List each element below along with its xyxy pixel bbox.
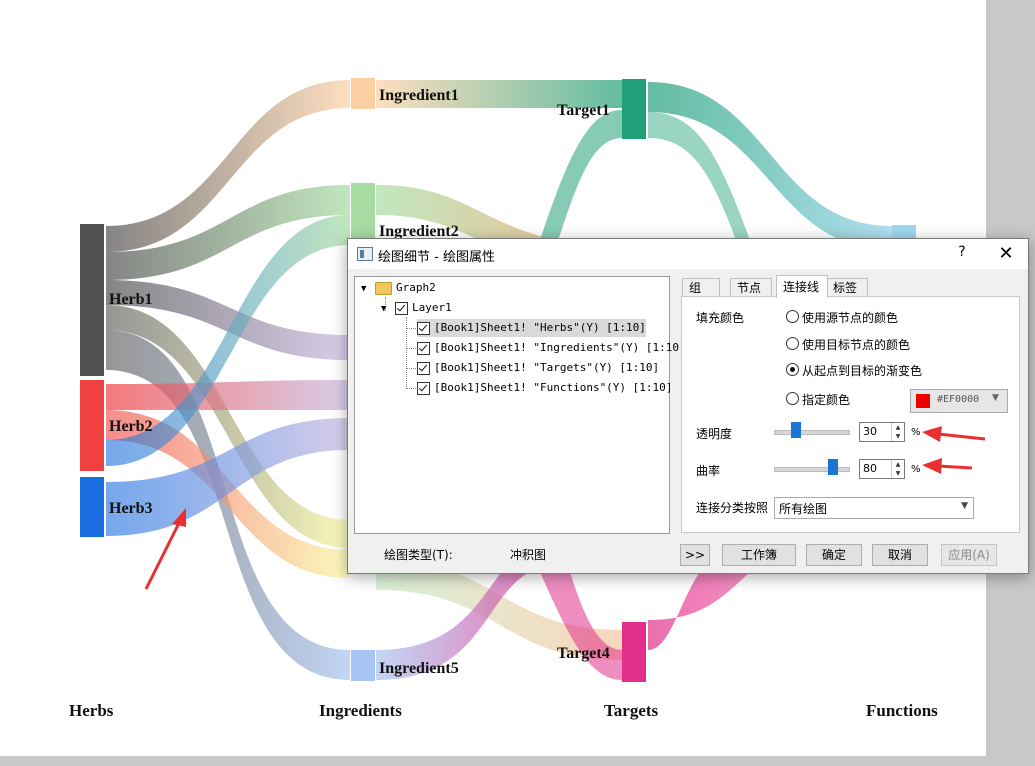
column-label-targets: Targets bbox=[604, 701, 659, 720]
transparency-slider-thumb[interactable] bbox=[791, 422, 802, 438]
plot-type-value: 冲积图 bbox=[510, 548, 547, 562]
tab-connector[interactable]: 连接线 bbox=[776, 275, 828, 298]
folder-icon bbox=[375, 281, 392, 295]
node-ingredient5 bbox=[351, 650, 375, 681]
column-label-herbs: Herbs bbox=[69, 701, 114, 720]
chevron-down-icon[interactable]: ▼ bbox=[381, 300, 391, 318]
close-icon[interactable]: ✕ bbox=[994, 243, 1018, 265]
ok-button[interactable]: 确定 bbox=[806, 544, 862, 566]
tab-node[interactable]: 节点 bbox=[730, 278, 772, 297]
node-target4 bbox=[622, 622, 646, 682]
plot-checkbox[interactable] bbox=[417, 381, 430, 395]
radio-specified-color[interactable]: 指定颜色 bbox=[786, 391, 850, 408]
node-herb3 bbox=[80, 477, 104, 537]
column-label-ingredients: Ingredients bbox=[319, 701, 402, 720]
plot-tree: ▼ Graph2 ▼ Layer1 [Book1]Sheet1! "Herbs"(Y… bbox=[354, 276, 686, 534]
chevron-down-icon[interactable]: ▼ bbox=[361, 280, 371, 298]
dialog-titlebar[interactable]: 绘图细节 - 绘图属性 ? ✕ bbox=[348, 239, 1028, 269]
node-herb2 bbox=[80, 380, 104, 471]
curvature-label: 曲率 bbox=[696, 464, 721, 478]
flows-herbs-to-ingredients bbox=[106, 80, 350, 680]
classify-select[interactable]: 所有绘图 ▼ bbox=[774, 497, 974, 519]
curvature-slider[interactable] bbox=[774, 467, 850, 472]
tree-item-graph[interactable]: ▼ Graph2 bbox=[361, 279, 436, 297]
tree-item-layer[interactable]: ▼ Layer1 bbox=[381, 299, 452, 317]
tree-layer-label: Layer1 bbox=[412, 301, 452, 314]
tab-label[interactable]: 标签 bbox=[826, 278, 868, 297]
tree-plot-label: [Book1]Sheet1! "Herbs"(Y) [1:10] bbox=[434, 321, 646, 334]
chevron-down-icon: ▼ bbox=[992, 393, 999, 403]
transparency-value: 30 bbox=[863, 425, 877, 438]
label-ingredient5: Ingredient5 bbox=[379, 660, 459, 677]
spin-arrows-icon[interactable]: ▲ ▼ bbox=[891, 423, 904, 441]
more-button[interactable]: >> bbox=[680, 544, 710, 566]
tree-item-plot-herbs[interactable]: [Book1]Sheet1! "Herbs"(Y) [1:10] bbox=[417, 319, 646, 337]
workbook-button[interactable]: 工作簿 bbox=[722, 544, 796, 566]
fill-color-label: 填充颜色 bbox=[696, 311, 745, 325]
radio-label: 使用源节点的颜色 bbox=[802, 311, 899, 325]
cancel-button[interactable]: 取消 bbox=[872, 544, 928, 566]
transparency-unit: % bbox=[911, 427, 921, 438]
layer-checkbox[interactable] bbox=[395, 301, 408, 315]
radio-icon bbox=[786, 337, 799, 350]
spin-arrows-icon[interactable]: ▲ ▼ bbox=[891, 460, 904, 478]
apply-button[interactable]: 应用(A) bbox=[941, 544, 997, 566]
curvature-value: 80 bbox=[863, 462, 877, 475]
transparency-slider[interactable] bbox=[774, 430, 850, 435]
label-target1: Target1 bbox=[557, 102, 610, 119]
radio-selected-icon bbox=[786, 363, 799, 376]
radio-label: 使用目标节点的颜色 bbox=[802, 338, 911, 352]
tab-group[interactable]: 组 bbox=[682, 278, 720, 297]
radio-source-color[interactable]: 使用源节点的颜色 bbox=[786, 309, 898, 326]
radio-icon bbox=[786, 392, 799, 405]
node-ingredient2 bbox=[351, 183, 375, 243]
radio-target-color[interactable]: 使用目标节点的颜色 bbox=[786, 336, 910, 353]
curvature-unit: % bbox=[911, 464, 921, 475]
help-button[interactable]: ? bbox=[952, 244, 972, 264]
tree-plot-label: [Book1]Sheet1! "Targets"(Y) [1:10] bbox=[434, 361, 660, 374]
radio-label: 从起点到目标的渐变色 bbox=[802, 364, 923, 378]
curvature-spinbox[interactable]: 80 ▲ ▼ bbox=[859, 459, 905, 479]
plot-checkbox[interactable] bbox=[417, 361, 430, 375]
node-ingredient1 bbox=[351, 78, 375, 109]
plot-details-dialog: 绘图细节 - 绘图属性 ? ✕ ▼ Graph2 ▼ Layer1 [Book1]S… bbox=[347, 238, 1029, 574]
dialog-title: 绘图细节 - 绘图属性 bbox=[378, 250, 495, 265]
column-label-functions: Functions bbox=[866, 701, 938, 720]
label-target4: Target4 bbox=[557, 645, 610, 662]
dialog-app-icon bbox=[357, 247, 373, 261]
tree-item-plot-functions[interactable]: [Book1]Sheet1! "Functions"(Y) [1:10] bbox=[417, 379, 672, 397]
plot-checkbox[interactable] bbox=[417, 321, 430, 335]
curvature-slider-thumb[interactable] bbox=[828, 459, 839, 475]
node-herb1 bbox=[80, 224, 104, 376]
transparency-label: 透明度 bbox=[696, 427, 733, 441]
tree-item-plot-targets[interactable]: [Book1]Sheet1! "Targets"(Y) [1:10] bbox=[417, 359, 659, 377]
tree-graph-label: Graph2 bbox=[396, 281, 436, 294]
color-picker-dropdown[interactable]: #EF0000 ▼ bbox=[910, 389, 1008, 413]
color-swatch bbox=[916, 394, 930, 408]
classify-value: 所有绘图 bbox=[779, 502, 828, 516]
label-herb3: Herb3 bbox=[109, 500, 153, 517]
chevron-down-icon: ▼ bbox=[961, 501, 968, 511]
tree-plot-label: [Book1]Sheet1! "Functions"(Y) [1:10] bbox=[434, 381, 673, 394]
classify-label: 连接分类按照 bbox=[696, 501, 769, 515]
node-target1 bbox=[622, 79, 646, 139]
radio-label: 指定颜色 bbox=[802, 393, 851, 407]
color-hex: #EF0000 bbox=[937, 394, 980, 405]
plot-checkbox[interactable] bbox=[417, 341, 430, 355]
connector-tab-panel: 填充颜色 使用源节点的颜色 使用目标节点的颜色 从起点到目标的渐变色 指定颜色 … bbox=[681, 296, 1020, 533]
radio-gradient[interactable]: 从起点到目标的渐变色 bbox=[786, 362, 922, 379]
transparency-spinbox[interactable]: 30 ▲ ▼ bbox=[859, 422, 905, 442]
radio-icon bbox=[786, 310, 799, 323]
tree-plot-label: [Book1]Sheet1! "Ingredients"(Y) [1:10] bbox=[434, 341, 686, 354]
label-ingredient1: Ingredient1 bbox=[379, 87, 459, 104]
plot-type-label: 绘图类型(T): bbox=[384, 548, 453, 562]
label-herb2: Herb2 bbox=[109, 418, 153, 435]
label-herb1: Herb1 bbox=[109, 291, 153, 308]
tree-item-plot-ingredients[interactable]: [Book1]Sheet1! "Ingredients"(Y) [1:10] bbox=[417, 339, 686, 357]
